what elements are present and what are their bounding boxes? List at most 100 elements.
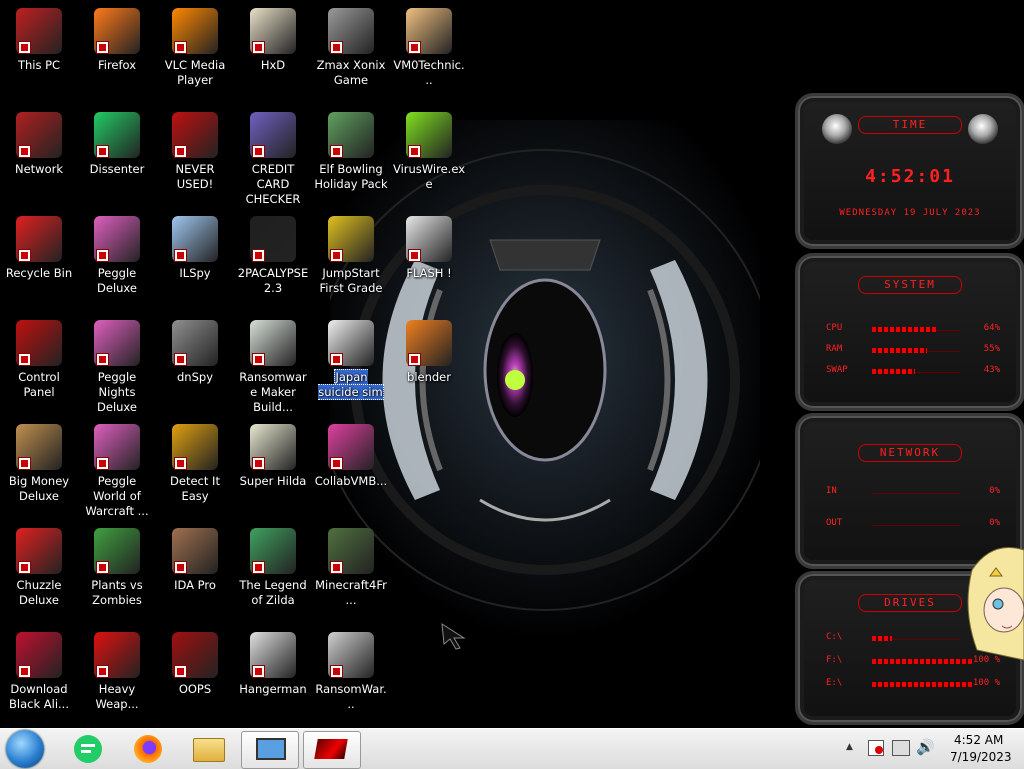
shortcut-arrow-icon <box>18 353 31 366</box>
dissenter-icon <box>94 112 140 158</box>
volume-icon[interactable]: 🔊 <box>916 738 935 756</box>
file-icon <box>328 320 374 366</box>
taskbar-control-panel-window-button[interactable] <box>303 731 361 769</box>
desktop-icon[interactable]: OOPS <box>156 626 234 726</box>
oops-icon <box>172 632 218 678</box>
widget-row-bar <box>872 327 936 332</box>
taskbar-file-explorer-button[interactable] <box>180 731 236 767</box>
alien-head-icon <box>822 114 852 144</box>
widget-row-value: 55% <box>983 344 1000 354</box>
desktop-icon[interactable]: blender <box>390 314 468 414</box>
desktop-icon-label-text: Detect It Easy <box>170 474 220 503</box>
desktop[interactable]: This PC Firefox VLC Media Player HxD Zmax Xo… <box>0 0 1024 728</box>
desktop-icon[interactable]: Big Money Deluxe <box>0 418 78 518</box>
desktop-icon[interactable]: Plants vs Zombies <box>78 522 156 622</box>
minecraft-icon <box>328 528 374 574</box>
desktop-icon-label-text: Dissenter <box>89 162 145 176</box>
desktop-icon-label: Recycle Bin <box>0 266 78 281</box>
desktop-icon[interactable]: VirusWire.exe <box>390 106 468 206</box>
shortcut-arrow-icon <box>330 41 343 54</box>
desktop-icon[interactable]: Ransomware Maker Build... <box>234 314 312 414</box>
collabvm-icon <box>328 424 374 470</box>
taskbar-dissenter-button[interactable] <box>60 731 116 767</box>
desktop-icon[interactable]: Download Black Ali... <box>0 626 78 726</box>
desktop-icon[interactable]: Peggle World of Warcraft ... <box>78 418 156 518</box>
radiation-icon <box>94 632 140 678</box>
peggle-wow-icon <box>94 424 140 470</box>
desktop-icon[interactable]: CollabVMB... <box>312 418 390 518</box>
desktop-icon[interactable]: IDA Pro <box>156 522 234 622</box>
desktop-icon[interactable]: Network <box>0 106 78 206</box>
shortcut-arrow-icon <box>174 249 187 262</box>
desktop-icon[interactable]: Chuzzle Deluxe <box>0 522 78 622</box>
desktop-icon-label-text: VM0Technic... <box>393 58 465 87</box>
network-icon <box>16 112 62 158</box>
desktop-icon[interactable]: Peggle Nights Deluxe <box>78 314 156 414</box>
taskbar-computer-window-button[interactable] <box>241 731 299 769</box>
start-button[interactable] <box>6 730 44 768</box>
desktop-icon-label-text: Recycle Bin <box>5 266 73 280</box>
widget-row-value: 43% <box>983 365 1000 375</box>
money-bag-icon <box>16 424 62 470</box>
desktop-icon[interactable]: Dissenter <box>78 106 156 206</box>
clock-time[interactable]: 4:52 AM <box>954 733 1003 747</box>
desktop-icon[interactable]: Recycle Bin <box>0 210 78 310</box>
desktop-icon[interactable]: RansomWar... <box>312 626 390 726</box>
desktop-icon-label: Heavy Weap... <box>78 682 156 712</box>
network-status-icon[interactable] <box>892 740 910 756</box>
zmax-xonix-icon <box>328 8 374 54</box>
widget-row: IN 0% <box>826 486 1000 500</box>
desktop-icon[interactable]: VLC Media Player <box>156 2 234 102</box>
desktop-icon[interactable]: JumpStart First Grade <box>312 210 390 310</box>
desktop-icon[interactable]: Japan suicide sim <box>312 314 390 414</box>
desktop-icon[interactable]: FLASH ! <box>390 210 468 310</box>
ilspy-icon <box>172 216 218 262</box>
vlc-icon <box>172 8 218 54</box>
desktop-icon[interactable]: dnSpy <box>156 314 234 414</box>
control-panel-icon <box>16 320 62 366</box>
taskbar-firefox-button[interactable] <box>120 731 176 767</box>
desktop-icon-label-text: Plants vs Zombies <box>91 578 143 607</box>
shortcut-arrow-icon <box>330 665 343 678</box>
desktop-icon[interactable]: Detect It Easy <box>156 418 234 518</box>
widget-row-value: 0% <box>989 518 1000 528</box>
desktop-icon[interactable]: VM0Technic... <box>390 2 468 102</box>
desktop-icon-label: This PC <box>0 58 78 73</box>
desktop-icon[interactable]: Firefox <box>78 2 156 102</box>
desktop-icon[interactable]: Control Panel <box>0 314 78 414</box>
desktop-icon[interactable]: Super Hilda <box>234 418 312 518</box>
firefox-icon <box>94 8 140 54</box>
desktop-icon-label-text: Hangerman <box>239 682 307 696</box>
shortcut-arrow-icon <box>330 353 343 366</box>
desktop-icon[interactable]: Heavy Weap... <box>78 626 156 726</box>
desktop-icon[interactable]: NEVER USED! <box>156 106 234 206</box>
desktop-icon-label-text: Zmax Xonix Game <box>316 58 386 87</box>
desktop-icon-label: The Legend of Zilda <box>234 578 312 608</box>
firefox-icon <box>134 735 162 763</box>
desktop-icon-label-text: 2PACALYPSE 2.3 <box>237 266 309 295</box>
desktop-icon[interactable]: CREDIT CARD CHECKER <box>234 106 312 206</box>
shortcut-arrow-icon <box>252 145 265 158</box>
action-center-flag-icon[interactable] <box>868 740 884 756</box>
desktop-icon-label-text: JumpStart First Grade <box>319 266 383 295</box>
desktop-icon[interactable]: Zmax Xonix Game <box>312 2 390 102</box>
time-widget: TIME 4:52:01 WEDNESDAY 19 JULY 2023 <box>795 93 1024 249</box>
desktop-icon[interactable]: Elf Bowling Holiday Pack <box>312 106 390 206</box>
clock-date[interactable]: 7/19/2023 <box>950 750 1012 764</box>
shortcut-arrow-icon <box>96 561 109 574</box>
desktop-icon-label-text: Ransomware Maker Build... <box>239 370 307 414</box>
desktop-icon[interactable]: HxD <box>234 2 312 102</box>
desktop-icon[interactable]: The Legend of Zilda <box>234 522 312 622</box>
desktop-icon[interactable]: Hangerman <box>234 626 312 726</box>
desktop-icon[interactable]: ILSpy <box>156 210 234 310</box>
dissenter-icon <box>74 735 102 763</box>
desktop-icon-label: blender <box>390 370 468 385</box>
desktop-icon-label: Dissenter <box>78 162 156 177</box>
shortcut-arrow-icon <box>408 41 421 54</box>
desktop-icon[interactable]: This PC <box>0 2 78 102</box>
desktop-icon[interactable]: Minecraft4Fr... <box>312 522 390 622</box>
desktop-icon-label: Ransomware Maker Build... <box>234 370 312 415</box>
desktop-icon[interactable]: Peggle Deluxe <box>78 210 156 310</box>
desktop-icon[interactable]: 2PACALYPSE 2.3 <box>234 210 312 310</box>
show-hidden-icons-button[interactable]: ▲ <box>846 742 853 752</box>
